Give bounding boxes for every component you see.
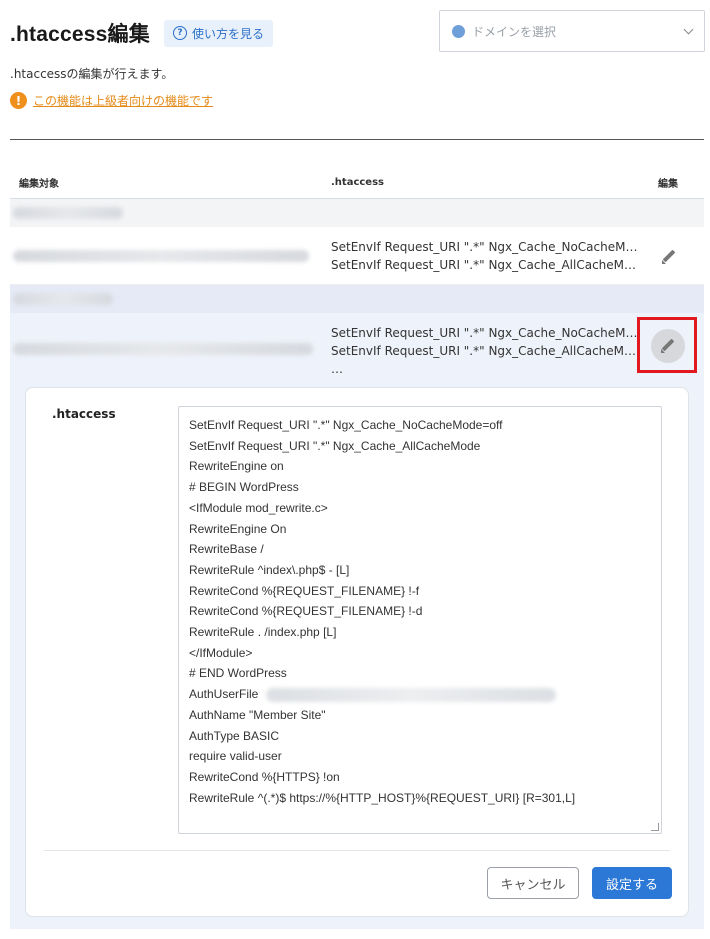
code-line: </IfModule>: [189, 645, 253, 660]
code-line: # END WordPress: [189, 666, 287, 681]
htaccess-table: 編集対象 .htaccess 編集 SetEnvIf Request_URI "…: [10, 166, 704, 385]
code-line: RewriteRule ^(.*)$ https://%{HTTP_HOST}%…: [189, 790, 576, 805]
edit-panel: .htaccess SetEnvIf Request_URI ".*" Ngx_…: [25, 387, 689, 917]
panel-divider: [44, 850, 670, 851]
htaccess-textarea[interactable]: SetEnvIf Request_URI ".*" Ngx_Cache_NoCa…: [178, 406, 662, 834]
cancel-button[interactable]: キャンセル: [487, 867, 579, 899]
chevron-down-icon: [683, 24, 694, 34]
htaccess-preview-line: SetEnvIf Request_URI ".*" Ngx_Cache_AllC…: [331, 258, 637, 272]
htaccess-preview-line: SetEnvIf Request_URI ".*" Ngx_Cache_NoCa…: [331, 326, 638, 340]
pencil-icon[interactable]: [662, 249, 676, 264]
redacted-target: [13, 343, 313, 355]
code-line: RewriteCond %{HTTPS} !on: [189, 769, 340, 784]
code-line: AuthName "Member Site": [189, 707, 326, 722]
code-line: require valid-user: [189, 749, 282, 764]
help-button-label: 使い方を見る: [191, 26, 264, 41]
page-description: .htaccessの編集が行えます。: [10, 67, 174, 81]
redacted-domain: [13, 293, 113, 305]
table-row: SetEnvIf Request_URI ".*" Ngx_Cache_NoCa…: [10, 227, 704, 285]
column-header-edit: 編集: [658, 178, 678, 190]
editor-label: .htaccess: [52, 407, 116, 421]
domain-select[interactable]: ドメインを選択: [439, 10, 705, 52]
question-icon: ?: [172, 26, 187, 40]
redacted-path: [266, 687, 557, 702]
resize-handle[interactable]: [651, 823, 659, 831]
htaccess-preview: SetEnvIf Request_URI ".*" Ngx_Cache_NoCa…: [331, 238, 637, 274]
submit-button[interactable]: 設定する: [592, 867, 672, 899]
exclamation-icon: !: [10, 92, 27, 109]
htaccess-preview: SetEnvIf Request_URI ".*" Ngx_Cache_NoCa…: [331, 324, 637, 378]
code-line: AuthUserFile: [189, 684, 651, 705]
code-line: AuthType BASIC: [189, 728, 280, 743]
highlight-annotation: [637, 317, 697, 373]
warning-notice: ! この機能は上級者向けの機能です: [10, 92, 213, 109]
code-line: RewriteRule . /index.php [L]: [189, 625, 337, 640]
auth-user-file-keyword: AuthUserFile: [189, 687, 259, 702]
code-line: RewriteRule ^index\.php$ - [L]: [189, 562, 350, 577]
edit-panel-container: .htaccess SetEnvIf Request_URI ".*" Ngx_…: [10, 376, 704, 929]
column-header-target: 編集対象: [19, 178, 59, 190]
code-line: RewriteCond %{REQUEST_FILENAME} !-d: [189, 604, 423, 619]
code-line: RewriteEngine On: [189, 521, 287, 536]
table-header: 編集対象 .htaccess 編集: [10, 166, 704, 199]
domain-group-row: [10, 199, 704, 227]
code-line: RewriteCond %{REQUEST_FILENAME} !-f: [189, 583, 420, 598]
globe-icon: [452, 24, 465, 38]
code-line: RewriteEngine on: [189, 459, 284, 474]
domain-select-placeholder: ドメインを選択: [472, 24, 557, 39]
code-line: RewriteBase /: [189, 542, 264, 557]
page-title: .htaccess編集: [10, 23, 150, 46]
code-line: # BEGIN WordPress: [189, 480, 299, 495]
advanced-feature-link[interactable]: この機能は上級者向けの機能です: [33, 92, 213, 109]
code-line: <IfModule mod_rewrite.c>: [189, 500, 328, 515]
column-header-htaccess: .htaccess: [331, 176, 384, 188]
code-line: SetEnvIf Request_URI ".*" Ngx_Cache_NoCa…: [189, 418, 503, 432]
table-row: SetEnvIf Request_URI ".*" Ngx_Cache_NoCa…: [10, 313, 704, 385]
redacted-domain: [13, 207, 123, 219]
redacted-target: [13, 250, 309, 262]
domain-group-row: [10, 285, 704, 313]
code-line: SetEnvIf Request_URI ".*" Ngx_Cache_AllC…: [189, 438, 481, 453]
htaccess-preview-line: SetEnvIf Request_URI ".*" Ngx_Cache_NoCa…: [331, 240, 638, 254]
section-divider: [10, 139, 704, 140]
help-button[interactable]: ? 使い方を見る: [163, 19, 273, 47]
htaccess-preview-line: SetEnvIf Request_URI ".*" Ngx_Cache_AllC…: [331, 344, 637, 358]
page-header: .htaccess編集 ? 使い方を見る: [10, 18, 273, 48]
